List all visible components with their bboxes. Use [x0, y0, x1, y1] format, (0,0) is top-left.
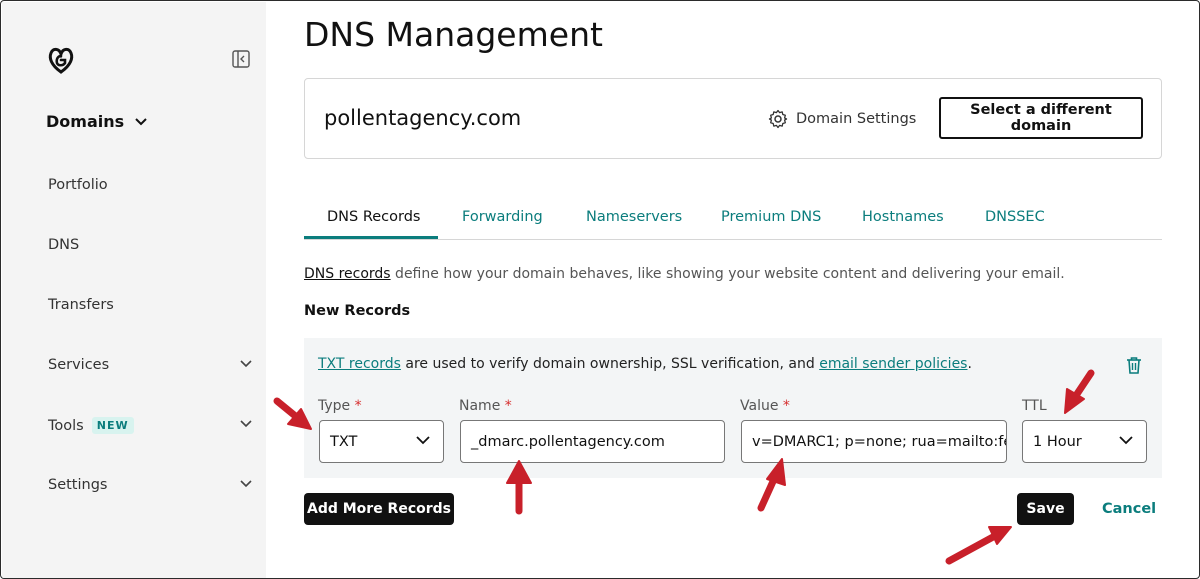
ttl-label: TTL	[1022, 398, 1047, 414]
type-label-text: Type	[318, 398, 351, 414]
page-title: DNS Management	[304, 15, 603, 54]
dns-tabs: DNS Records Forwarding Nameservers Premi…	[304, 197, 1162, 240]
tab-forwarding[interactable]: Forwarding	[462, 209, 543, 225]
collapse-sidebar-icon[interactable]	[231, 49, 251, 69]
dns-records-description: DNS records define how your domain behav…	[304, 266, 1065, 282]
tab-dnssec[interactable]: DNSSEC	[985, 209, 1045, 225]
value-label: Value *	[740, 398, 790, 414]
name-input-value: _dmarc.pollentagency.com	[471, 433, 665, 450]
chevron-down-icon	[1119, 436, 1133, 445]
sidebar-item-tools[interactable]: Tools NEW	[48, 417, 253, 434]
sidebar-item-label: Portfolio	[48, 177, 108, 193]
trash-icon[interactable]	[1124, 355, 1144, 375]
sidebar: Domains Portfolio DNS Transfers Services…	[2, 2, 266, 578]
ttl-select[interactable]: 1 Hour	[1022, 420, 1147, 463]
type-selected-value: TXT	[330, 433, 358, 450]
tab-hostnames[interactable]: Hostnames	[862, 209, 944, 225]
chevron-down-icon	[240, 420, 252, 428]
email-sender-policies-link[interactable]: email sender policies	[819, 356, 967, 372]
tab-premium-dns[interactable]: Premium DNS	[721, 209, 821, 225]
godaddy-logo-icon[interactable]	[46, 45, 76, 75]
chevron-down-icon	[240, 480, 252, 488]
sidebar-item-transfers[interactable]: Transfers	[48, 297, 253, 313]
domain-name: pollentagency.com	[324, 106, 522, 130]
name-label-text: Name	[459, 398, 501, 414]
required-mark: *	[504, 398, 512, 414]
domain-settings-label: Domain Settings	[796, 111, 917, 127]
domain-card: pollentagency.com Domain Settings Select…	[304, 78, 1162, 159]
record-info-text: TXT records are used to verify domain ow…	[318, 356, 972, 372]
domain-settings-link[interactable]: Domain Settings	[768, 109, 916, 129]
new-records-heading: New Records	[304, 303, 411, 319]
save-button[interactable]: Save	[1017, 493, 1074, 525]
type-select[interactable]: TXT	[319, 420, 444, 463]
sidebar-item-settings[interactable]: Settings	[48, 477, 253, 493]
sidebar-item-domains[interactable]: Domains	[46, 112, 148, 131]
tab-nameservers[interactable]: Nameservers	[586, 209, 682, 225]
value-input-value: v=DMARC1; p=none; rua=mailto:fern	[752, 433, 1007, 450]
new-record-form: TXT records are used to verify domain ow…	[304, 338, 1162, 478]
select-different-domain-button[interactable]: Select a different domain	[939, 97, 1143, 139]
sidebar-item-label: Tools	[48, 417, 84, 434]
txt-records-link[interactable]: TXT records	[318, 356, 401, 372]
sidebar-item-label: DNS	[48, 237, 80, 253]
arrow-annotation-save	[945, 526, 1012, 565]
sidebar-item-label: Settings	[48, 477, 108, 493]
active-tab-indicator	[304, 236, 438, 239]
name-input[interactable]: _dmarc.pollentagency.com	[460, 420, 725, 463]
type-label: Type *	[318, 398, 362, 414]
dns-records-link[interactable]: DNS records	[304, 266, 391, 282]
info-period: .	[967, 356, 972, 372]
value-label-text: Value	[740, 398, 779, 414]
add-more-records-button[interactable]: Add More Records	[304, 493, 454, 525]
chevron-down-icon	[240, 360, 252, 368]
required-mark: *	[354, 398, 362, 414]
tab-dns-records[interactable]: DNS Records	[327, 209, 420, 225]
new-badge: NEW	[91, 417, 134, 434]
chevron-down-icon	[135, 117, 147, 125]
sidebar-item-label: Transfers	[48, 297, 114, 313]
sidebar-item-label: Domains	[46, 112, 125, 131]
required-mark: *	[782, 398, 790, 414]
gear-icon	[768, 109, 788, 129]
sidebar-item-services[interactable]: Services	[48, 357, 253, 373]
info-text: are used to verify domain ownership, SSL…	[400, 356, 820, 372]
ttl-selected-value: 1 Hour	[1033, 433, 1082, 450]
cancel-button[interactable]: Cancel	[1102, 501, 1156, 517]
value-input[interactable]: v=DMARC1; p=none; rua=mailto:fern	[741, 420, 1007, 463]
sidebar-item-dns[interactable]: DNS	[48, 237, 253, 253]
name-label: Name *	[459, 398, 512, 414]
description-text: define how your domain behaves, like sho…	[390, 266, 1065, 282]
sidebar-item-label: Services	[48, 357, 110, 373]
app-frame: Domains Portfolio DNS Transfers Services…	[0, 0, 1200, 579]
chevron-down-icon	[416, 436, 430, 445]
sidebar-item-portfolio[interactable]: Portfolio	[48, 177, 253, 193]
